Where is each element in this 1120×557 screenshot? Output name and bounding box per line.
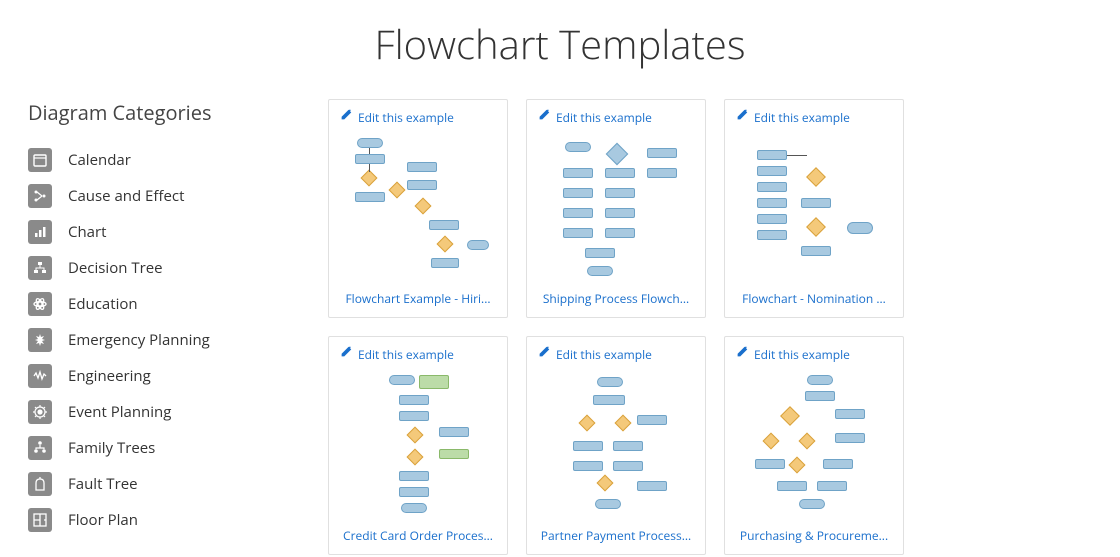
- sidebar-item-calendar[interactable]: Calendar: [28, 142, 308, 178]
- template-thumbnail[interactable]: [339, 132, 497, 282]
- template-grid: Edit this example: [328, 99, 1100, 555]
- sidebar-item-label: Event Planning: [68, 402, 171, 422]
- edit-label: Edit this example: [358, 109, 454, 126]
- page-title: Flowchart Templates: [0, 16, 1120, 71]
- template-card: Edit this example: [526, 99, 706, 318]
- floor-plan-icon: [28, 508, 52, 532]
- sidebar-item-label: Cause and Effect: [68, 186, 184, 206]
- sidebar-item-label: Fault Tree: [68, 474, 138, 494]
- education-icon: [28, 292, 52, 316]
- edit-label: Edit this example: [754, 109, 850, 126]
- edit-label: Edit this example: [556, 346, 652, 363]
- sidebar-item-fault-tree[interactable]: Fault Tree: [28, 466, 308, 502]
- pencil-icon: [339, 108, 353, 126]
- pencil-icon: [735, 345, 749, 363]
- template-thumbnail[interactable]: [537, 132, 695, 282]
- sidebar-item-label: Education: [68, 294, 138, 314]
- sidebar-item-label: Family Trees: [68, 438, 155, 458]
- category-list: Calendar Cause and Effect Chart Decision…: [28, 142, 308, 538]
- calendar-icon: [28, 148, 52, 172]
- sidebar-item-decision-tree[interactable]: Decision Tree: [28, 250, 308, 286]
- template-title[interactable]: Shipping Process Flowch...: [537, 290, 695, 307]
- sidebar-item-engineering[interactable]: Engineering: [28, 358, 308, 394]
- edit-example-link[interactable]: Edit this example: [537, 345, 695, 363]
- decision-tree-icon: [28, 256, 52, 280]
- template-card: Edit this example Partner Payment: [526, 336, 706, 555]
- sidebar-item-cause-effect[interactable]: Cause and Effect: [28, 178, 308, 214]
- edit-example-link[interactable]: Edit this example: [537, 108, 695, 126]
- template-card: Edit this example Flowchart - Nom: [724, 99, 904, 318]
- edit-label: Edit this example: [754, 346, 850, 363]
- template-title[interactable]: Purchasing & Procureme...: [735, 527, 893, 544]
- edit-label: Edit this example: [358, 346, 454, 363]
- pencil-icon: [537, 345, 551, 363]
- edit-example-link[interactable]: Edit this example: [339, 108, 497, 126]
- template-card: Edit this example Purc: [724, 336, 904, 555]
- template-grid-container: Edit this example: [308, 99, 1100, 555]
- sidebar-item-label: Floor Plan: [68, 510, 138, 530]
- template-thumbnail[interactable]: [735, 132, 893, 282]
- pencil-icon: [339, 345, 353, 363]
- template-thumbnail[interactable]: [339, 369, 497, 519]
- template-title[interactable]: Flowchart - Nomination ...: [735, 290, 893, 307]
- fault-tree-icon: [28, 472, 52, 496]
- sidebar: Diagram Categories Calendar Cause and Ef…: [28, 99, 308, 555]
- sidebar-item-label: Decision Tree: [68, 258, 163, 278]
- family-tree-icon: [28, 436, 52, 460]
- template-title[interactable]: Flowchart Example - Hiri...: [339, 290, 497, 307]
- edit-example-link[interactable]: Edit this example: [735, 108, 893, 126]
- pencil-icon: [537, 108, 551, 126]
- template-thumbnail[interactable]: [735, 369, 893, 519]
- sidebar-title: Diagram Categories: [28, 99, 308, 126]
- engineering-icon: [28, 364, 52, 388]
- template-card: Edit this example: [328, 99, 508, 318]
- template-thumbnail[interactable]: [537, 369, 695, 519]
- sidebar-item-floor-plan[interactable]: Floor Plan: [28, 502, 308, 538]
- template-card: Edit this example Credit Card Order Proc…: [328, 336, 508, 555]
- sidebar-item-family-trees[interactable]: Family Trees: [28, 430, 308, 466]
- sidebar-item-event[interactable]: Event Planning: [28, 394, 308, 430]
- template-title[interactable]: Credit Card Order Proces...: [339, 527, 497, 544]
- emergency-icon: [28, 328, 52, 352]
- sidebar-item-label: Chart: [68, 222, 106, 242]
- template-title[interactable]: Partner Payment Process...: [537, 527, 695, 544]
- edit-example-link[interactable]: Edit this example: [339, 345, 497, 363]
- sidebar-item-education[interactable]: Education: [28, 286, 308, 322]
- pencil-icon: [735, 108, 749, 126]
- sidebar-item-label: Calendar: [68, 150, 131, 170]
- edit-label: Edit this example: [556, 109, 652, 126]
- event-icon: [28, 400, 52, 424]
- sidebar-item-label: Engineering: [68, 366, 151, 386]
- edit-example-link[interactable]: Edit this example: [735, 345, 893, 363]
- sidebar-item-chart[interactable]: Chart: [28, 214, 308, 250]
- chart-icon: [28, 220, 52, 244]
- cause-effect-icon: [28, 184, 52, 208]
- sidebar-item-emergency[interactable]: Emergency Planning: [28, 322, 308, 358]
- sidebar-item-label: Emergency Planning: [68, 330, 210, 350]
